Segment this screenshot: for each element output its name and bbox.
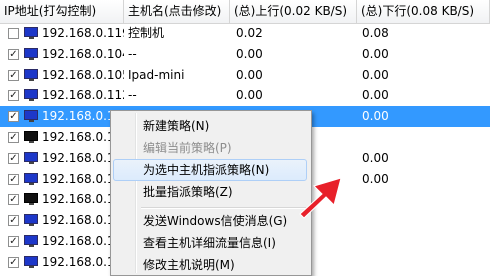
host-download: 0.00 [362,46,389,61]
host-row[interactable]: 192.168.0.119 控制机 0.02 0.08 [0,23,490,44]
host-download: 0.00 [362,109,389,124]
host-name[interactable]: Ipad-mini [128,65,228,86]
host-download [362,252,482,273]
monitor-icon [24,193,38,206]
monitor-icon [24,131,38,143]
column-header-upload[interactable]: (总)上行(0.02 KB/S) [230,0,357,23]
monitor-icon [24,172,38,185]
host-checkbox[interactable]: ✓ [8,256,19,268]
column-header-hostname[interactable]: 主机名(点击修改) [124,0,230,23]
host-ip: 192.168.0.105 [42,67,124,82]
menu-item-new-policy[interactable]: 新建策略(N) [113,115,307,137]
host-checkbox[interactable]: ✓ [8,173,19,185]
host-upload: 0.00 [236,67,263,82]
host-download [362,231,482,252]
host-upload: 0.00 [236,88,263,103]
monitor-icon [24,235,38,247]
host-checkbox[interactable]: ✓ [8,236,19,247]
menu-item-edit-policy: 编辑当前策略(P) [143,141,232,155]
monitor-icon [24,47,38,60]
host-download: 0.00 [362,88,389,103]
host-download: 0.00 [362,67,389,82]
monitor-icon [24,110,38,123]
menu-item-assign-policy[interactable]: 为选中主机指派策略(N) [113,159,307,181]
host-name[interactable]: -- [128,44,228,65]
context-menu: 新建策略(N) 编辑当前策略(P) 为选中主机指派策略(N) 批量指派策略(Z)… [110,110,312,276]
host-checkbox[interactable]: ✓ [8,132,19,143]
menu-item-edit-note[interactable]: 修改主机说明(M) [113,254,307,276]
host-ip: 192.168.0.119 [42,26,124,40]
host-download [362,210,482,231]
column-header-ip[interactable]: IP地址(打勾控制) [0,0,124,23]
host-download: 0.08 [362,26,389,40]
host-checkbox[interactable]: ✓ [8,48,19,60]
host-checkbox[interactable]: ✓ [8,90,19,102]
monitor-icon [24,27,38,39]
host-checkbox[interactable] [8,28,19,39]
monitor-icon [24,214,38,227]
list-header: IP地址(打勾控制) 主机名(点击修改) (总)上行(0.02 KB/S) (总… [0,0,490,24]
monitor-icon [24,89,38,102]
host-download [362,189,482,210]
menu-item-send-message[interactable]: 发送Windows信使消息(G) [113,210,307,232]
monitor-icon [24,68,38,81]
host-download [362,127,482,148]
host-checkbox[interactable]: ✓ [8,194,19,206]
host-row[interactable]: ✓ 192.168.0.105 Ipad-mini 0.00 0.00 [0,65,490,86]
menu-item-view-traffic[interactable]: 查看主机详细流量信息(I) [113,232,307,254]
host-row[interactable]: ✓ 192.168.0.112 -- 0.00 0.00 [0,85,490,106]
host-name[interactable]: -- [128,85,228,106]
host-download: 0.00 [362,171,389,186]
host-name[interactable]: 控制机 [128,23,228,44]
host-download: 0.00 [362,150,389,165]
host-upload: 0.02 [236,26,263,40]
host-ip: 192.168.0.112 [42,88,124,103]
host-checkbox[interactable]: ✓ [8,111,19,123]
menu-item-batch-assign[interactable]: 批量指派策略(Z) [113,181,307,203]
menu-separator [141,207,306,209]
host-upload: 0.00 [236,46,263,61]
monitor-icon [24,255,38,268]
host-ip: 192.168.0.104 [42,46,124,61]
host-checkbox[interactable]: ✓ [8,152,19,164]
host-row[interactable]: ✓ 192.168.0.104 -- 0.00 0.00 [0,44,490,65]
host-checkbox[interactable]: ✓ [8,69,19,81]
monitor-icon [24,151,38,164]
host-checkbox[interactable]: ✓ [8,215,19,227]
column-header-download[interactable]: (总)下行(0.08 KB/S) [357,0,490,23]
